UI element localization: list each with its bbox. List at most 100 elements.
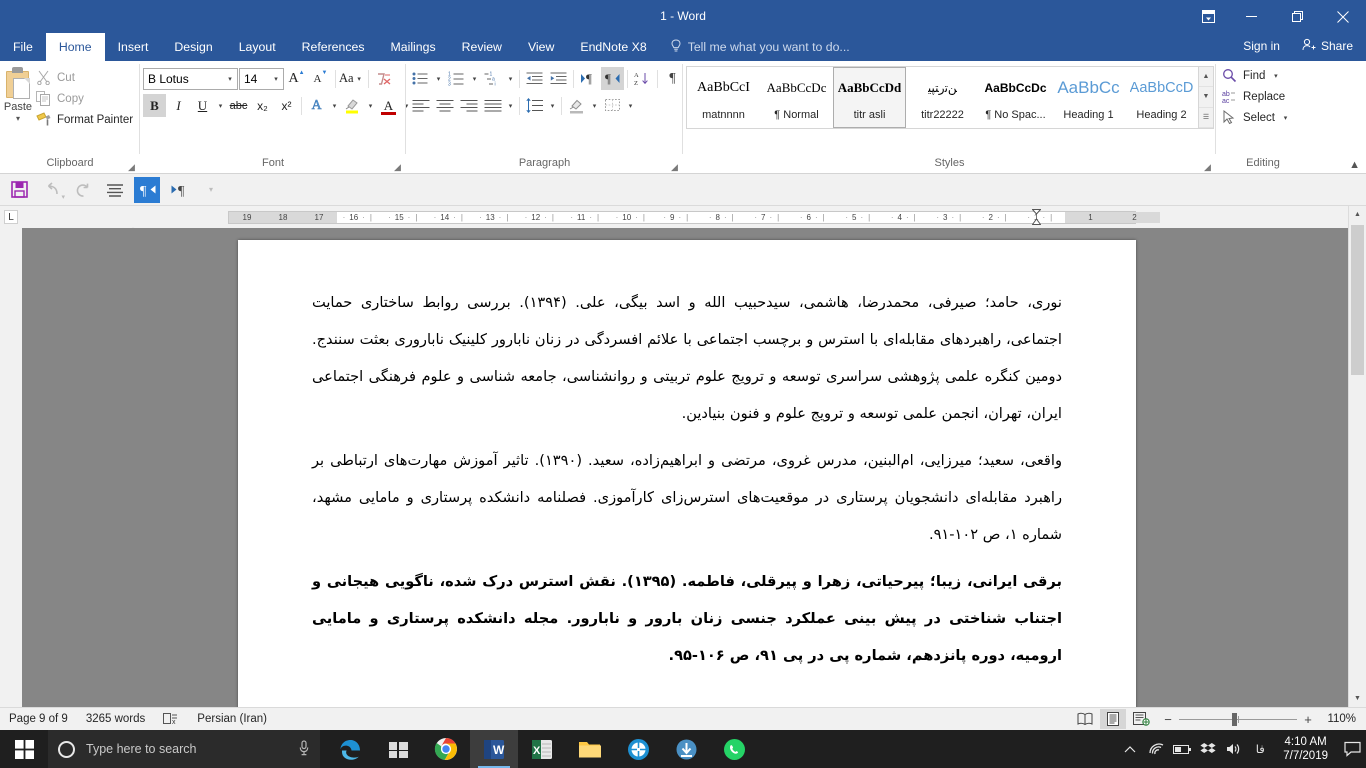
text-effects-chevron-down-icon[interactable]: ▾ <box>329 102 340 110</box>
style-titr-asli[interactable]: AaBbCcDd titr asli <box>833 67 906 128</box>
microphone-icon[interactable] <box>298 740 310 759</box>
persian-paragraph[interactable]: برقی ایرانی، زیبا؛ پیرحیاتی، زهرا و پیرق… <box>312 563 1062 674</box>
teamviewer-icon[interactable] <box>614 730 662 768</box>
clipboard-dialog-launcher[interactable]: ◢ <box>126 162 137 173</box>
shading-chevron-down-icon[interactable]: ▾ <box>589 102 600 110</box>
tell-me-search[interactable]: Tell me what you want to do... <box>660 33 860 61</box>
clear-formatting-icon[interactable] <box>372 67 395 90</box>
tab-mailings[interactable]: Mailings <box>378 33 449 61</box>
word-count[interactable]: 3265 words <box>77 708 154 731</box>
tab-view[interactable]: View <box>515 33 567 61</box>
superscript-button[interactable]: x² <box>275 94 298 117</box>
align-left-icon[interactable] <box>409 94 432 117</box>
justify-icon[interactable] <box>481 94 504 117</box>
bullets-chevron-down-icon[interactable]: ▾ <box>433 75 444 83</box>
action-center-icon[interactable] <box>1338 730 1366 768</box>
align-right-icon[interactable] <box>457 94 480 117</box>
copy-button[interactable]: Copy <box>33 88 137 109</box>
borders-chevron-down-icon[interactable]: ▾ <box>625 102 636 110</box>
increase-indent-icon[interactable] <box>547 67 570 90</box>
clock[interactable]: 4:10 AM 7/7/2019 <box>1273 730 1338 768</box>
horizontal-ruler[interactable]: 191817·16·|·15·|·14·|·13·|·12·|·11·|·10·… <box>228 211 1136 224</box>
document-page[interactable]: نوری، حامد؛ صیرفی، محمدرضا، هاشمی، سیدحب… <box>238 240 1136 707</box>
justify-chevron-down-icon[interactable]: ▾ <box>505 102 516 110</box>
numbering-icon[interactable]: 123 <box>445 67 468 90</box>
numbering-chevron-down-icon[interactable]: ▾ <box>469 75 480 83</box>
line-spacing-icon[interactable] <box>523 94 546 117</box>
taskbar-search[interactable]: Type here to search <box>48 730 320 768</box>
microsoft-excel-icon[interactable]: X <box>518 730 566 768</box>
customize-qat-icon[interactable]: ▾ <box>198 177 224 203</box>
speaker-icon[interactable] <box>1221 730 1247 768</box>
zoom-slider[interactable]: − + <box>1156 712 1320 727</box>
proofing-errors-icon[interactable]: x <box>154 708 188 731</box>
web-layout-icon[interactable] <box>1128 709 1154 729</box>
show-paragraph-marks-icon[interactable]: ¶ <box>661 67 684 90</box>
file-explorer-icon[interactable] <box>566 730 614 768</box>
rtl-text-direction-icon[interactable]: ¶ <box>601 67 624 90</box>
chevron-up-icon[interactable] <box>1117 730 1143 768</box>
dropbox-icon[interactable] <box>1195 730 1221 768</box>
chevron-down-icon[interactable]: ▾ <box>269 75 283 83</box>
shrink-font-icon[interactable]: A▼ <box>309 67 332 90</box>
persian-paragraph[interactable]: نوری، حامد؛ صیرفی، محمدرضا، هاشمی، سیدحب… <box>312 284 1062 432</box>
minimize-icon[interactable] <box>1228 0 1274 33</box>
subscript-button[interactable]: x₂ <box>251 94 274 117</box>
print-layout-icon[interactable] <box>1100 709 1126 729</box>
paste-button[interactable]: Paste ▾ <box>3 65 33 123</box>
battery-icon[interactable] <box>1169 730 1195 768</box>
styles-dialog-launcher[interactable]: ◢ <box>1202 162 1213 173</box>
font-color-button[interactable]: A <box>377 94 400 117</box>
tab-stop-selector[interactable]: L <box>4 210 18 224</box>
microsoft-word-icon[interactable]: W <box>470 730 518 768</box>
style-normal[interactable]: AaBbCcDc ¶ Normal <box>760 67 833 128</box>
wifi-icon[interactable] <box>1143 730 1169 768</box>
save-icon[interactable] <box>6 177 32 203</box>
sign-in-button[interactable]: Sign in <box>1234 36 1289 56</box>
font-name-combo[interactable]: B Lotus ▾ <box>143 68 238 90</box>
tab-insert[interactable]: Insert <box>105 33 162 61</box>
find-chevron-down-icon[interactable]: ▾ <box>1270 72 1281 80</box>
multilevel-list-icon[interactable]: 1ai <box>481 67 504 90</box>
gallery-scroll-up-icon[interactable]: ▲ <box>1199 67 1213 87</box>
format-painter-button[interactable]: Format Painter <box>33 109 137 130</box>
tab-endnote-x8[interactable]: EndNote X8 <box>567 33 659 61</box>
style-heading-1[interactable]: AaBbCc Heading 1 <box>1052 67 1125 128</box>
tab-design[interactable]: Design <box>161 33 225 61</box>
tab-home[interactable]: Home <box>46 33 105 61</box>
right-indent-marker[interactable] <box>1032 209 1041 225</box>
chevron-down-icon[interactable]: ▾ <box>16 114 20 123</box>
zoom-track[interactable] <box>1179 719 1297 720</box>
font-size-combo[interactable]: 14 ▾ <box>239 68 284 90</box>
share-button[interactable]: Share <box>1293 35 1362 57</box>
sort-az-icon[interactable]: AZ <box>631 67 654 90</box>
google-chrome-icon[interactable] <box>422 730 470 768</box>
read-mode-icon[interactable] <box>1072 709 1098 729</box>
gallery-scroll-down-icon[interactable]: ▼ <box>1199 87 1213 107</box>
text-highlight-button[interactable] <box>341 94 364 117</box>
ltr-text-direction-icon[interactable]: ¶ <box>577 67 600 90</box>
collapse-ribbon-icon[interactable]: ▲ <box>1349 159 1360 171</box>
chevron-down-icon[interactable]: ▾ <box>354 75 365 83</box>
tab-references[interactable]: References <box>289 33 378 61</box>
scrollbar-thumb[interactable] <box>1351 225 1364 375</box>
rtl-paragraph-icon[interactable]: ¶ <box>134 177 160 203</box>
grow-font-icon[interactable]: A▲ <box>285 67 308 90</box>
undo-chevron-down-icon[interactable]: ▾ <box>61 193 65 201</box>
select-button[interactable]: Select ▾ <box>1219 107 1295 128</box>
font-dialog-launcher[interactable]: ◢ <box>392 162 403 173</box>
zoom-in-button[interactable]: + <box>1302 712 1314 727</box>
redo-icon[interactable] <box>70 177 96 203</box>
line-spacing-chevron-down-icon[interactable]: ▾ <box>547 102 558 110</box>
text-effects-button[interactable]: A <box>305 94 328 117</box>
underline-chevron-down-icon[interactable]: ▾ <box>215 102 226 110</box>
multilevel-chevron-down-icon[interactable]: ▾ <box>505 75 516 83</box>
scroll-up-icon[interactable]: ▲ <box>1349 206 1366 223</box>
idm-icon[interactable] <box>662 730 710 768</box>
change-case-button[interactable]: Aa ▾ <box>339 67 365 90</box>
find-button[interactable]: Find ▾ <box>1219 65 1295 86</box>
zoom-out-button[interactable]: − <box>1162 712 1174 727</box>
strikethrough-button[interactable]: abc <box>227 94 250 117</box>
style-no-spacing[interactable]: AaBbCcDc ¶ No Spac... <box>979 67 1052 128</box>
zoom-level[interactable]: 110% <box>1322 713 1362 725</box>
